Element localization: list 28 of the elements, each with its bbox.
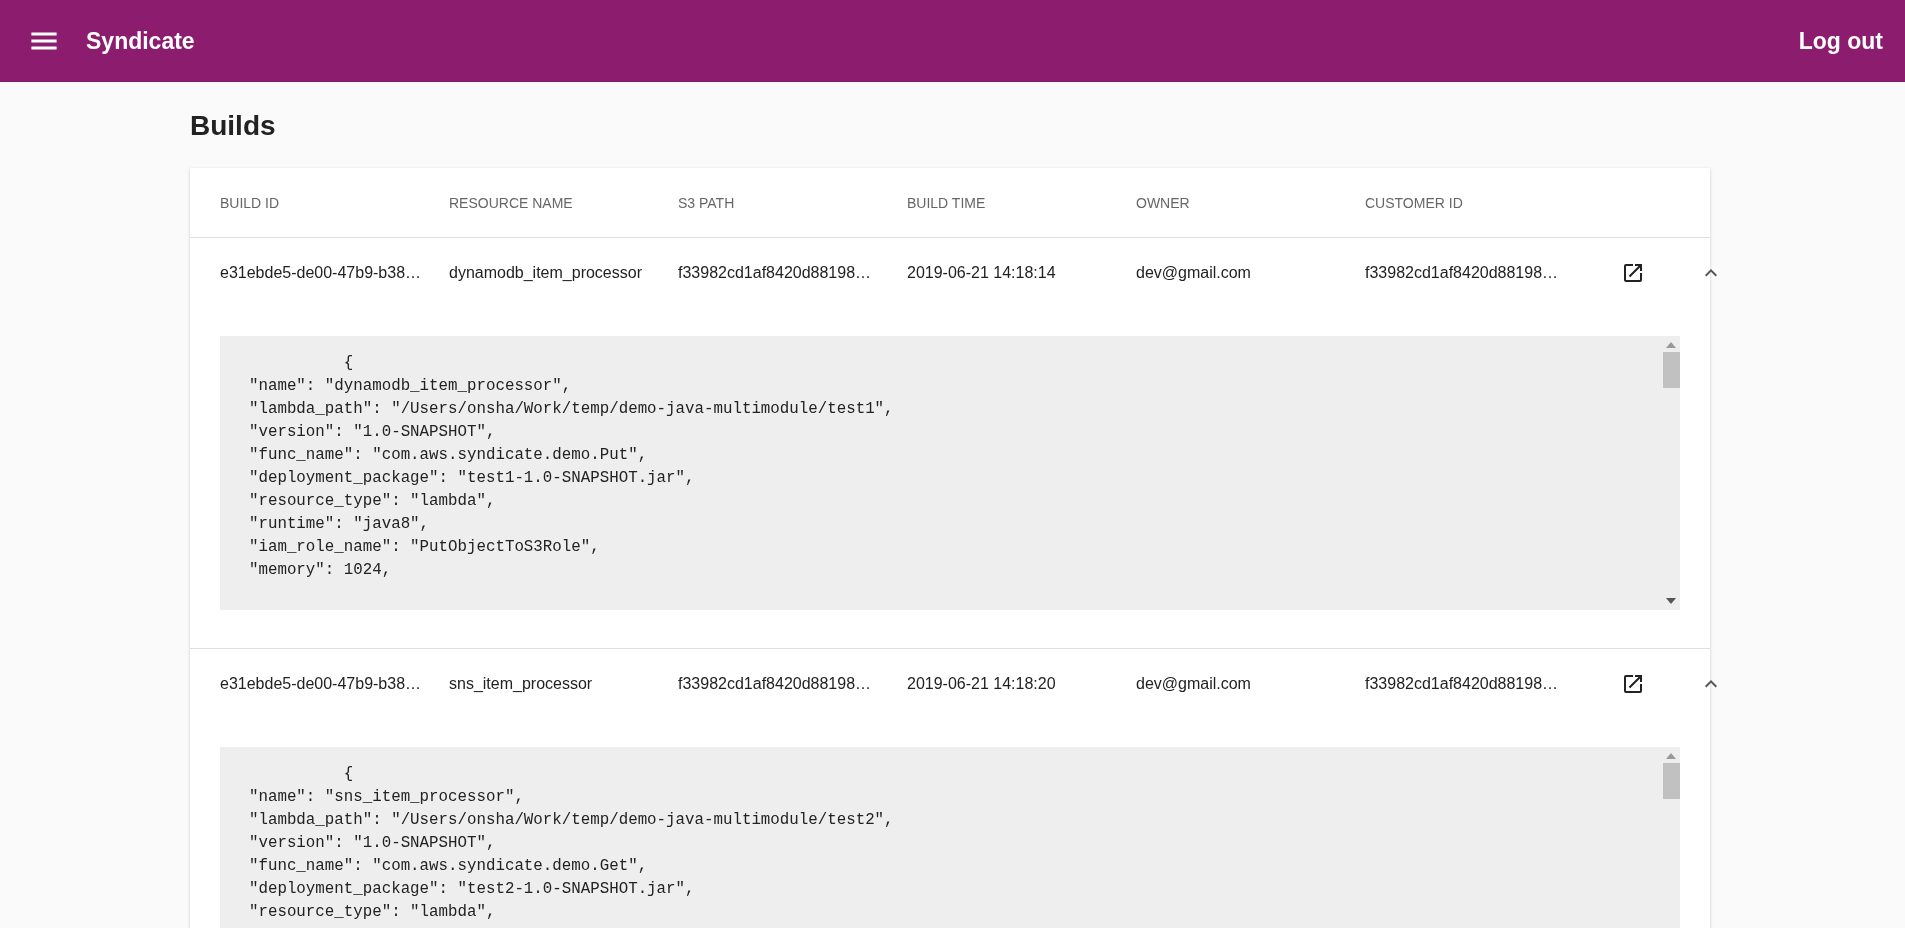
table-cell-text: e31ebde5-de00-47b9-b38…	[220, 675, 423, 693]
table-cell-text: sns_item_processor	[449, 675, 594, 693]
column-header: S3 PATH	[678, 194, 736, 211]
code-text: { "name": "dynamodb_item_processor", "lambda_path": "/Users/onsha/Work/temp/demo-java-multimodule/test1", "version": "1.0-SNAPSHOT", "func_name": "com.aws.syndicate.demo.Put", "deployment_package": "test1-1.0-SNAPSHOT.jar", "resource_type": "lambda", "runtime": "java8", "iam_role_name": "PutObjectToS3Role", "memory": 1024,	[247, 353, 895, 581]
column-header: CUSTOMER ID	[1365, 194, 1464, 211]
table-cell-text: 2019-06-21 14:18:20	[907, 675, 1057, 693]
code-text: { "name": "sns_item_processor", "lambda_path": "/Users/onsha/Work/temp/demo-java-multimodule/test2", "version": "1.0-SNAPSHOT", "func_name": "com.aws.syndicate.demo.Get", "deployment_package": "test2-1.0-SNAPSHOT.jar", "resource_type": "lambda",	[247, 764, 895, 923]
table-cell-text: f33982cd1af8420d88198…	[678, 264, 873, 282]
table-cell-text: f33982cd1af8420d88198…	[1365, 675, 1560, 693]
scrollbar-thumb[interactable]	[1662, 763, 1680, 799]
page-title: Builds	[190, 109, 277, 143]
logout-button[interactable]: Log out	[1790, 19, 1891, 63]
table-cell-text: dynamodb_item_processor	[449, 264, 643, 282]
table-cell-text: dev@gmail.com	[1136, 264, 1252, 282]
table-cell-text: e31ebde5-de00-47b9-b38…	[220, 264, 423, 282]
app-title: Syndicate	[86, 27, 195, 55]
external-link-icon[interactable]	[1621, 672, 1645, 696]
scroll-down-icon[interactable]	[1666, 598, 1676, 604]
column-header: OWNER	[1136, 194, 1191, 211]
scrollbar-thumb[interactable]	[1662, 352, 1680, 388]
table-cell-text: f33982cd1af8420d88198…	[678, 675, 873, 693]
column-header: BUILD TIME	[907, 194, 987, 211]
table-cell-text: dev@gmail.com	[1136, 675, 1252, 693]
table-cell-text: 2019-06-21 14:18:14	[907, 264, 1057, 282]
table-cell-text: f33982cd1af8420d88198…	[1365, 264, 1560, 282]
column-header: RESOURCE NAME	[449, 194, 574, 211]
column-header: BUILD ID	[220, 194, 281, 211]
external-link-icon[interactable]	[1621, 261, 1645, 285]
